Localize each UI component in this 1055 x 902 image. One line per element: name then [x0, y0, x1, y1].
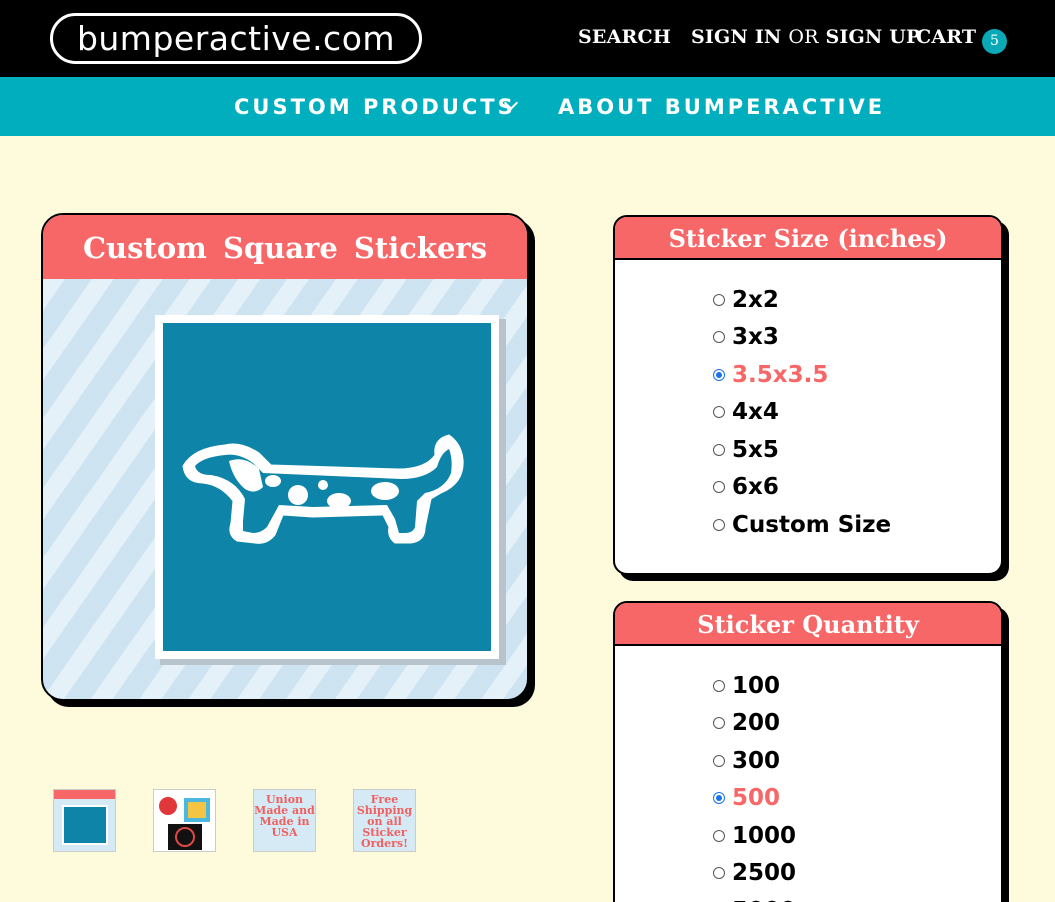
size-option-label: 5x5: [732, 436, 779, 463]
sticker-preview: [155, 315, 499, 659]
thumbnail-2[interactable]: [153, 789, 216, 852]
search-link[interactable]: SEARCH: [578, 26, 671, 48]
sticker-size-panel: Sticker Size (inches) 2x2 3x3 3.5x3.5 4x4 5x…: [613, 215, 1003, 575]
radio-button[interactable]: [713, 867, 725, 880]
thumbnail-3[interactable]: Union Made and Made in USA: [253, 789, 316, 852]
panel-title: Sticker Size (inches): [615, 217, 1001, 260]
thumbnail-4[interactable]: Free Shipping on all Sticker Orders!: [353, 789, 416, 852]
radio-button[interactable]: [713, 331, 725, 344]
radio-button[interactable]: [713, 406, 725, 419]
quantity-option[interactable]: 1000: [713, 817, 796, 855]
size-option[interactable]: 3x3: [713, 319, 891, 357]
thumbnail-1[interactable]: [53, 789, 116, 852]
size-option-label: 3x3: [732, 324, 779, 351]
size-option[interactable]: Custom Size: [713, 506, 891, 544]
quantity-option-label: 500: [732, 785, 781, 812]
quantity-option[interactable]: 200: [713, 705, 796, 743]
size-options: 2x2 3x3 3.5x3.5 4x4 5x5 6x6 Custom Size: [713, 281, 891, 544]
size-option[interactable]: 6x6: [713, 469, 891, 507]
thumbnail-caption: Union Made and Made in USA: [254, 793, 315, 839]
sticker-collage-icon: [159, 797, 210, 850]
thumbnail-caption: Free Shipping on all Sticker Orders!: [356, 793, 413, 850]
quantity-option[interactable]: 100: [713, 667, 796, 705]
panel-title: Sticker Quantity: [615, 603, 1001, 646]
quantity-option-label: 1000: [732, 822, 797, 849]
quantity-option-label: 200: [732, 710, 781, 737]
thumbnail-header: [54, 790, 115, 799]
cart-count-badge[interactable]: 5: [982, 29, 1007, 54]
sign-in-link[interactable]: SIGN IN: [691, 26, 781, 48]
size-option[interactable]: 4x4: [713, 394, 891, 432]
dachshund-icon: [182, 434, 464, 544]
radio-button[interactable]: [713, 754, 725, 767]
quantity-option-label: 2500: [732, 860, 797, 887]
product-image[interactable]: Custom Square Stickers: [41, 213, 529, 701]
size-option[interactable]: 5x5: [713, 431, 891, 469]
cart-link[interactable]: CART: [916, 26, 976, 48]
size-option-label: Custom Size: [732, 511, 892, 538]
or-text: OR: [788, 26, 819, 48]
quantity-option-label: 100: [732, 672, 781, 699]
radio-button[interactable]: [713, 792, 725, 805]
nav-about[interactable]: ABOUT BUMPERACTIVE: [558, 95, 885, 119]
radio-button[interactable]: [713, 829, 725, 842]
radio-button[interactable]: [713, 293, 725, 306]
quantity-options: 100 200 300 500 1000 2500 5000: [713, 667, 796, 902]
size-option[interactable]: 2x2: [713, 281, 891, 319]
size-option-label: 4x4: [732, 399, 779, 426]
size-option-label: 6x6: [732, 474, 779, 501]
size-option-label: 3.5x3.5: [732, 361, 829, 388]
quantity-option[interactable]: 2500: [713, 855, 796, 893]
site-logo[interactable]: bumperactive.com: [50, 13, 422, 64]
sticker-face: [163, 323, 491, 651]
sticker-quantity-panel: Sticker Quantity 100 200 300 500 1000 2500 500…: [613, 601, 1003, 902]
thumbnail-sticker: [62, 805, 108, 845]
quantity-option[interactable]: 5000: [713, 892, 796, 902]
radio-button[interactable]: [713, 717, 725, 730]
product-image-title: Custom Square Stickers: [43, 215, 527, 279]
quantity-option-label: 300: [732, 747, 781, 774]
radio-button[interactable]: [713, 368, 725, 381]
nav-custom-products[interactable]: CUSTOM PRODUCTS: [234, 95, 516, 119]
radio-button[interactable]: [713, 518, 725, 531]
size-option[interactable]: 3.5x3.5: [713, 356, 891, 394]
sign-up-link[interactable]: SIGN UP: [825, 26, 920, 48]
radio-button[interactable]: [713, 679, 725, 692]
quantity-option[interactable]: 300: [713, 742, 796, 780]
quantity-option[interactable]: 500: [713, 780, 796, 818]
radio-button[interactable]: [713, 443, 725, 456]
quantity-option-label: 5000: [732, 898, 796, 902]
radio-button[interactable]: [713, 481, 725, 494]
account-links: SIGN IN OR SIGN UP: [691, 26, 921, 48]
main-nav: [0, 77, 1055, 136]
size-option-label: 2x2: [732, 286, 779, 313]
